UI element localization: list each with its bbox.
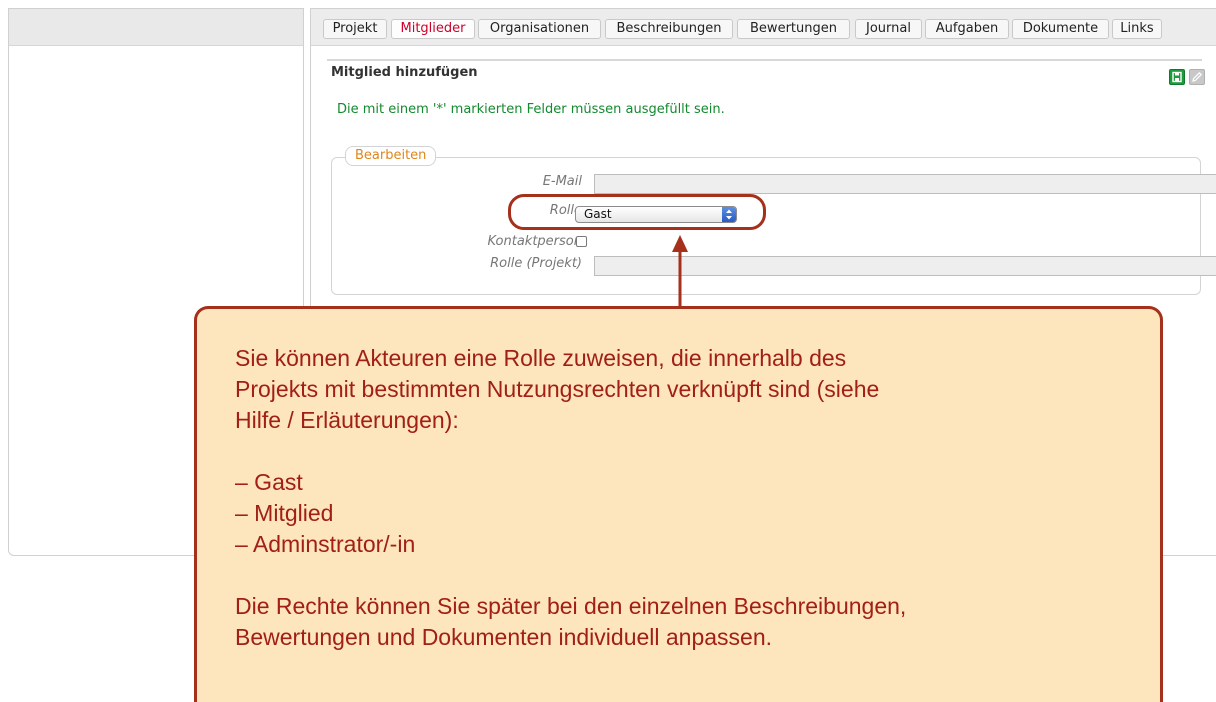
callout-role-item: – Mitglied [235, 500, 334, 526]
callout-footer-line-1: Die Rechte können Sie später bei den ein… [235, 593, 907, 619]
tab-dokumente[interactable]: Dokumente [1012, 19, 1109, 39]
project-role-field[interactable] [594, 256, 1216, 276]
callout-intro-line-3: Hilfe / Erläuterungen): [235, 407, 459, 433]
callout-intro-line-2: Projekts mit bestimmten Nutzungsrechten … [235, 376, 880, 402]
tab-bar: Projekt Mitglieder Organisationen Beschr… [311, 9, 1216, 46]
edit-fieldset: E-Mail Rolle Kontaktperson Rolle (Projek… [331, 157, 1216, 295]
tab-organisationen[interactable]: Organisationen [478, 19, 601, 39]
title-divider [327, 59, 1202, 61]
callout-spacer [235, 560, 1160, 591]
tab-mitglieder[interactable]: Mitglieder [391, 19, 475, 39]
project-role-label: Rolle (Projekt) [490, 256, 582, 271]
tab-aufgaben[interactable]: Aufgaben [925, 19, 1009, 39]
callout-role-item: – Gast [235, 469, 303, 495]
save-icon[interactable] [1169, 69, 1185, 85]
email-field[interactable] [594, 174, 1216, 194]
contact-person-checkbox[interactable] [576, 236, 587, 247]
email-label: E-Mail [542, 174, 582, 189]
tab-projekt[interactable]: Projekt [323, 19, 387, 39]
role-highlight-ring [508, 194, 766, 230]
help-callout: Sie können Akteuren eine Rolle zuweisen,… [194, 306, 1163, 702]
section-title: Mitglied hinzufügen [331, 65, 478, 80]
fieldset-legend: Bearbeiten [345, 146, 437, 166]
pencil-icon[interactable] [1189, 69, 1205, 85]
tab-bewertungen[interactable]: Bewertungen [737, 19, 850, 39]
required-fields-note: Die mit einem '*' markierten Felder müss… [337, 102, 725, 117]
callout-role-item: – Adminstrator/-in [235, 531, 416, 557]
tab-journal[interactable]: Journal [855, 19, 922, 39]
callout-intro-line-1: Sie können Akteuren eine Rolle zuweisen,… [235, 345, 847, 371]
contact-person-label: Kontaktperson [487, 234, 582, 249]
tab-beschreibungen[interactable]: Beschreibungen [605, 19, 733, 39]
left-panel-header [9, 9, 303, 46]
callout-footer-line-2: Bewertungen und Dokumenten individuell a… [235, 624, 773, 650]
tab-links[interactable]: Links [1112, 19, 1162, 39]
callout-spacer [235, 436, 1160, 467]
